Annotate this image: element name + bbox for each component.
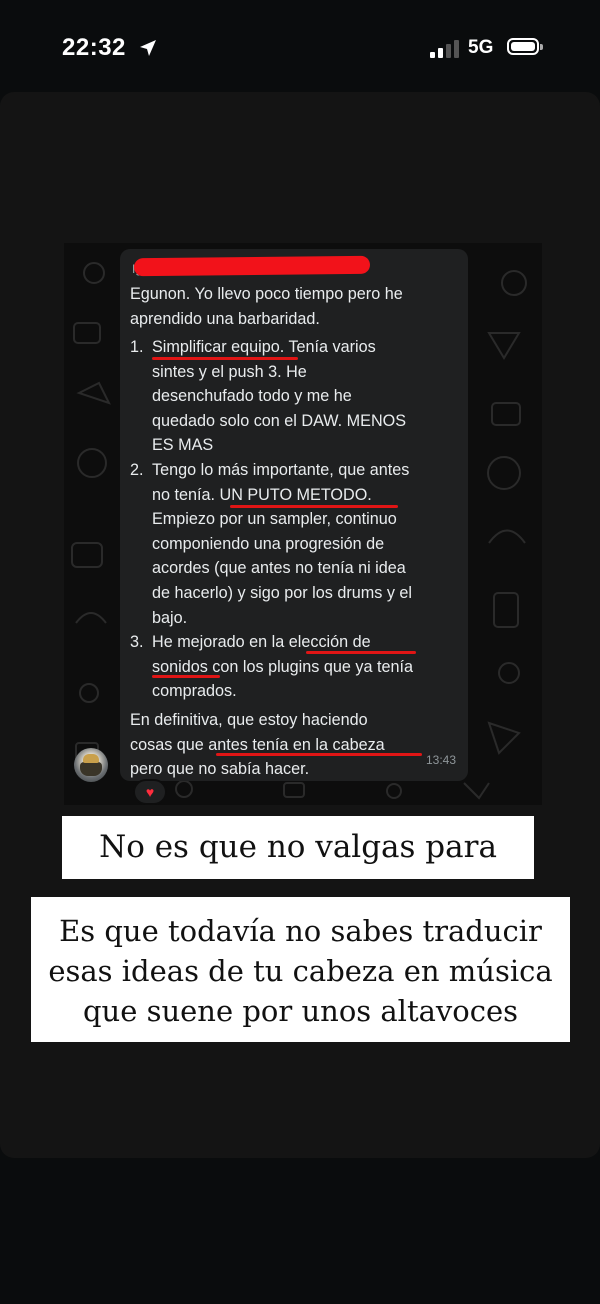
caption-box-2: Es que todavía no sabes traducir esas id… [31, 897, 570, 1042]
message-time: 13:43 [425, 753, 456, 768]
underline-annotation [216, 753, 422, 756]
chat-screenshot: Ig Egunon. Yo llevo poco tiempo pero he … [64, 243, 542, 805]
message-bubble: Ig Egunon. Yo llevo poco tiempo pero he … [120, 249, 468, 781]
location-arrow-icon [140, 40, 156, 56]
heart-reaction-icon: ♥ [133, 779, 167, 805]
network-type: 5G [468, 37, 494, 58]
clock: 22:32 [62, 34, 126, 61]
message-closing: En definitiva, que estoy haciendo cosas … [130, 711, 385, 779]
battery-icon [507, 38, 543, 55]
cellular-signal-icon [430, 40, 460, 58]
message-intro: Egunon. Yo llevo poco tiempo pero he apr… [130, 285, 403, 328]
avatar [74, 748, 108, 782]
caption-box-1: No es que no valgas para esto [62, 816, 534, 928]
underline-annotation [230, 505, 398, 508]
redaction-mark [133, 255, 371, 277]
underline-annotation [306, 651, 416, 654]
underline-annotation [152, 675, 220, 678]
status-bar: 22:32 5G [0, 0, 600, 92]
underline-annotation [152, 357, 298, 360]
